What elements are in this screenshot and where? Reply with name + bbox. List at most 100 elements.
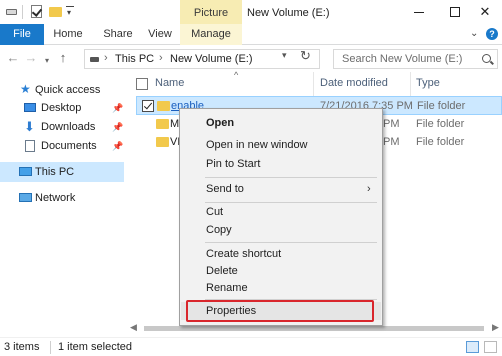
status-divider — [50, 341, 51, 354]
file-type: File folder — [416, 118, 465, 130]
sidebar-item-label: Desktop — [41, 102, 82, 114]
maximize-button[interactable] — [440, 0, 470, 24]
expand-ribbon-icon[interactable]: ⌄ — [470, 28, 478, 39]
maximize-icon — [450, 7, 460, 17]
customize-bar-line — [66, 6, 74, 7]
menu-divider — [205, 177, 377, 178]
menu-item-rename[interactable]: Rename — [181, 279, 381, 297]
breadcrumb-chevron-icon[interactable]: › — [104, 52, 108, 64]
menu-item-create-shortcut[interactable]: Create shortcut — [181, 245, 381, 263]
menu-item-send-to[interactable]: Send to › — [181, 180, 381, 198]
minimize-button[interactable] — [404, 0, 434, 24]
navigation-pane: ★ Quick access Desktop 📌 ⬇ Downloads 📌 D… — [0, 72, 124, 336]
column-divider[interactable] — [410, 72, 411, 96]
menu-item-open-new-window[interactable]: Open in new window — [181, 136, 381, 154]
sidebar-item-quick-access[interactable]: ★ Quick access — [0, 80, 124, 100]
window-title: New Volume (E:) — [247, 7, 330, 19]
sidebar-item-this-pc[interactable]: This PC — [0, 162, 124, 182]
minimize-icon — [414, 12, 424, 13]
recent-locations-icon[interactable]: ▾ — [40, 54, 54, 68]
sidebar-item-downloads[interactable]: ⬇ Downloads 📌 — [0, 117, 124, 137]
tab-view[interactable]: View — [143, 24, 177, 45]
breadcrumb-new-volume[interactable]: New Volume (E:) — [170, 53, 253, 65]
navigation-bar: ← → ▾ ↑ › This PC › New Volume (E:) ▾ ↻ … — [0, 45, 502, 72]
breadcrumb-chevron-icon[interactable]: › — [159, 52, 163, 64]
sidebar-item-network[interactable]: Network — [0, 188, 124, 208]
back-arrow-icon[interactable]: ← — [6, 51, 20, 65]
column-header-name[interactable]: Name — [155, 77, 184, 89]
up-arrow-icon[interactable]: ↑ — [56, 51, 70, 65]
toolbar-divider — [22, 5, 23, 19]
help-icon[interactable]: ? — [486, 28, 498, 40]
star-icon: ★ — [20, 82, 31, 96]
menu-item-cut[interactable]: Cut — [181, 203, 381, 221]
picture-tools-label: Picture Tools — [180, 0, 242, 45]
scroll-right-icon[interactable]: ▶ — [492, 322, 499, 333]
column-divider[interactable] — [313, 72, 314, 96]
tab-share[interactable]: Share — [97, 24, 139, 45]
folder-icon — [156, 137, 169, 147]
sidebar-item-label: This PC — [35, 166, 75, 178]
context-menu: Open Open in new window Pin to Start Sen… — [179, 108, 383, 326]
selection-count: 1 item selected — [58, 341, 132, 353]
close-button[interactable]: ✕ — [470, 0, 500, 24]
details-view-icon[interactable] — [466, 341, 479, 353]
properties-check-icon[interactable] — [31, 5, 42, 18]
documents-icon — [25, 140, 35, 152]
sidebar-item-label: Network — [35, 192, 76, 204]
sidebar-item-label: Quick access — [35, 84, 101, 96]
close-icon: ✕ — [479, 4, 491, 19]
file-date: PM — [383, 136, 400, 148]
column-header-date[interactable]: Date modified — [320, 77, 388, 89]
folder-icon — [157, 101, 170, 111]
properties-highlight-box — [186, 300, 374, 322]
menu-item-copy[interactable]: Copy — [181, 221, 381, 239]
file-type: File folder — [416, 136, 465, 148]
status-bar: 3 items 1 item selected — [0, 337, 502, 356]
search-placeholder: Search New Volume (E:) — [342, 53, 463, 65]
column-header-type[interactable]: Type — [416, 77, 440, 89]
pin-icon[interactable]: 📌 — [112, 98, 123, 118]
title-bar: ▾ Picture Tools New Volume (E:) ✕ — [0, 0, 502, 45]
tab-home[interactable]: Home — [48, 24, 88, 45]
network-icon — [19, 193, 32, 202]
menu-divider — [205, 242, 377, 243]
scroll-left-icon[interactable]: ◀ — [130, 322, 137, 333]
scrollbar-thumb[interactable] — [144, 326, 484, 331]
sidebar-item-documents[interactable]: Documents 📌 — [0, 136, 124, 156]
pin-icon[interactable]: 📌 — [112, 117, 123, 137]
pin-icon[interactable]: 📌 — [112, 136, 123, 156]
refresh-icon[interactable]: ↻ — [300, 48, 311, 64]
downloads-icon: ⬇ — [24, 119, 35, 134]
folder-icon — [156, 119, 169, 129]
sort-ascending-icon: ^ — [234, 70, 239, 80]
tab-file[interactable]: File — [0, 24, 44, 45]
menu-item-delete[interactable]: Delete — [181, 262, 381, 280]
menu-item-pin-to-start[interactable]: Pin to Start — [181, 155, 381, 173]
search-icon[interactable] — [482, 54, 491, 63]
customize-toolbar-icon[interactable]: ▾ — [67, 8, 71, 17]
ribbon-tabs: File Home Share View Manage ⌄ ? — [0, 24, 502, 45]
breadcrumb-this-pc[interactable]: This PC — [115, 53, 154, 65]
row-checkbox[interactable] — [142, 100, 154, 112]
new-folder-icon[interactable] — [49, 7, 62, 17]
drive-icon — [90, 57, 99, 62]
search-input[interactable]: Search New Volume (E:) — [333, 49, 498, 69]
desktop-icon — [24, 103, 36, 112]
sidebar-item-desktop[interactable]: Desktop 📌 — [0, 98, 124, 118]
item-count: 3 items — [4, 341, 40, 353]
large-icons-view-icon[interactable] — [484, 341, 497, 353]
column-header-row: ^ Name Date modified Type — [130, 70, 502, 96]
file-name[interactable]: M — [170, 115, 179, 134]
forward-arrow-icon[interactable]: → — [24, 51, 38, 65]
submenu-arrow-icon: › — [367, 183, 371, 195]
select-all-checkbox[interactable] — [136, 78, 148, 90]
sidebar-item-label: Downloads — [41, 121, 96, 133]
sidebar-item-label: Documents — [41, 140, 97, 152]
file-date: PM — [383, 118, 400, 130]
drive-icon — [6, 9, 17, 15]
menu-item-open[interactable]: Open — [181, 114, 381, 132]
file-type: File folder — [417, 100, 466, 112]
tab-manage[interactable]: Manage — [180, 24, 242, 45]
address-dropdown-icon[interactable]: ▾ — [282, 50, 287, 61]
